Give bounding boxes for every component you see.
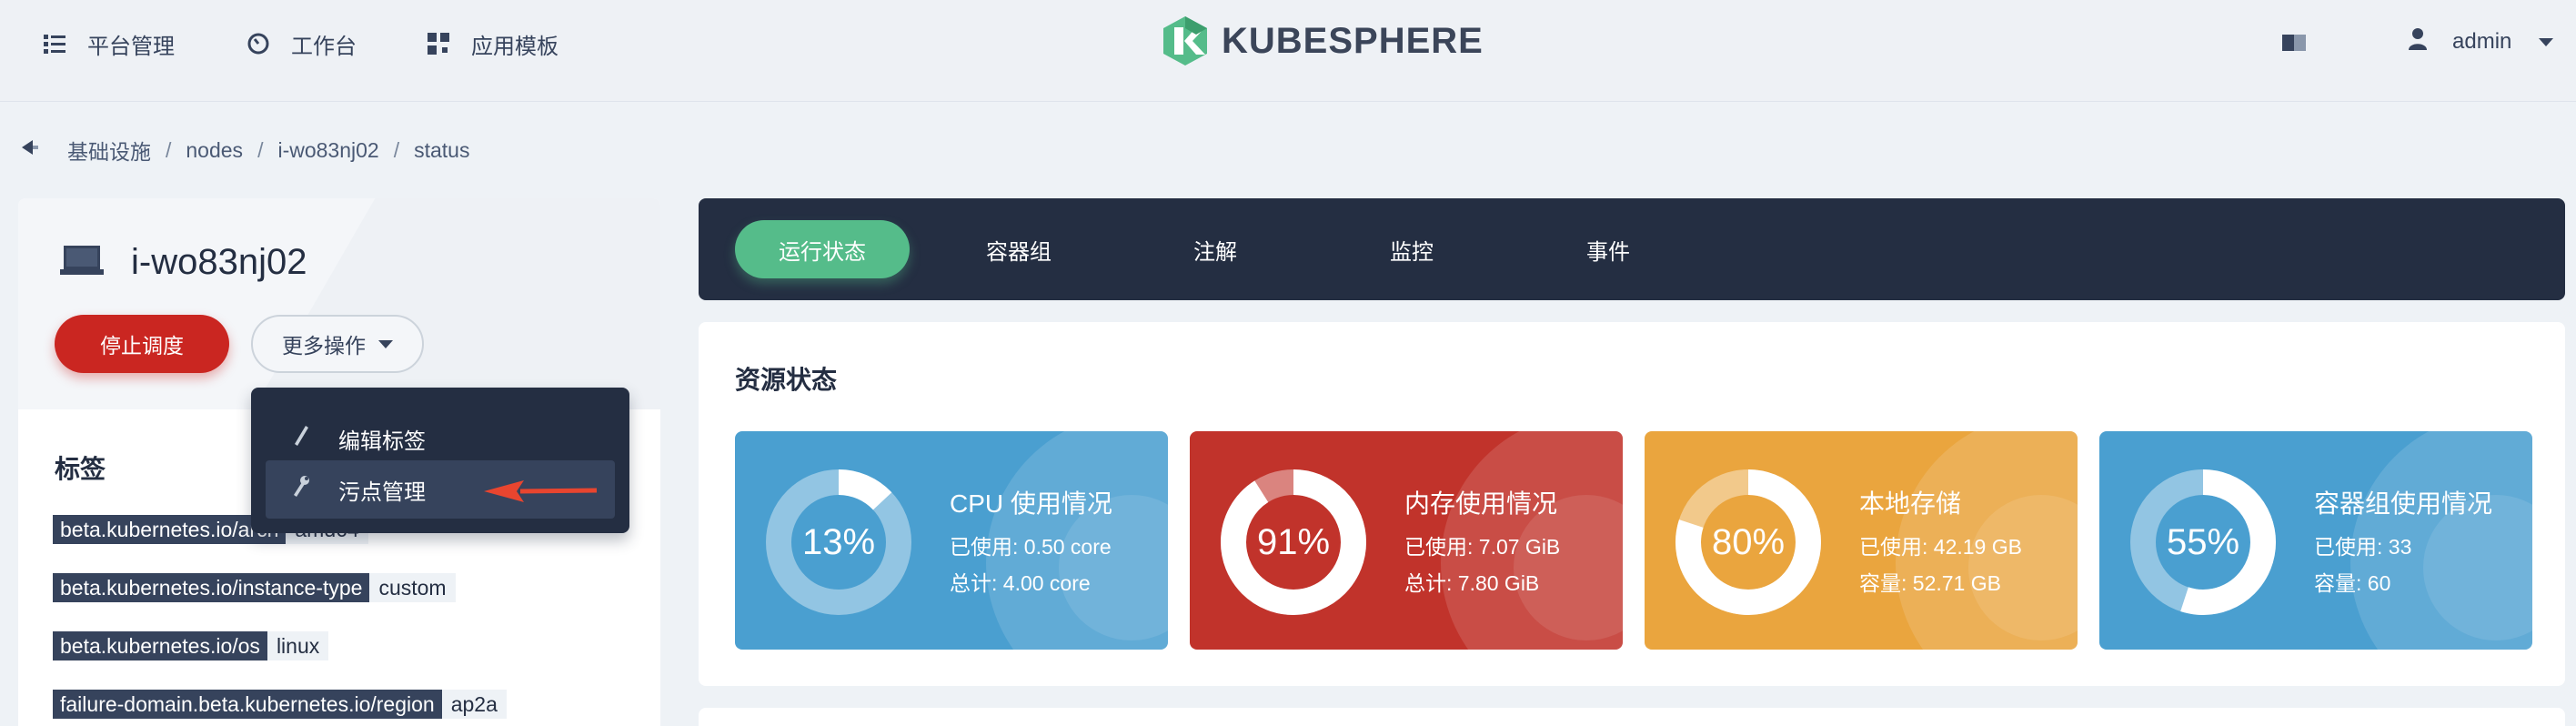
node-title: i-wo83nj02 bbox=[58, 242, 307, 283]
top-bar: 平台管理 工作台 应用模板 KUBESPHERE admin bbox=[0, 0, 2576, 102]
local-storage-percent: 80% bbox=[1711, 521, 1786, 562]
menu-item-label: 污点管理 bbox=[338, 479, 426, 505]
breadcrumb-item: status bbox=[414, 137, 470, 162]
storage-capacity: 容量: 52.71 GB bbox=[1859, 571, 2001, 595]
wrench-icon bbox=[291, 475, 311, 505]
cpu-usage-tile: 13% CPU 使用情况 已使用: 0.50 core 总计: 4.00 cor… bbox=[735, 431, 1168, 650]
more-actions-label: 更多操作 bbox=[282, 334, 366, 358]
breadcrumb: 基础设施 / nodes / i-wo83nj02 / status bbox=[20, 135, 469, 166]
label-item: beta.kubernetes.io/instance-type custom bbox=[53, 573, 456, 602]
cpu-usage-title: CPU 使用情况 bbox=[950, 489, 1112, 518]
memory-usage-tile: 91% 内存使用情况 已使用: 7.07 GiB 总计: 7.80 GiB bbox=[1190, 431, 1623, 650]
more-actions-button[interactable]: 更多操作 bbox=[251, 315, 424, 373]
dashboard-icon bbox=[246, 31, 271, 56]
tabs-bar: 运行状态 容器组 注解 监控 事件 bbox=[699, 198, 2565, 300]
memory-total: 总计: 7.80 GiB bbox=[1404, 571, 1540, 595]
memory-used: 已使用: 7.07 GiB bbox=[1404, 535, 1561, 559]
tab-annotations[interactable]: 注解 bbox=[1128, 220, 1303, 278]
document-icon[interactable] bbox=[2281, 33, 2307, 53]
storage-used: 已使用: 42.19 GB bbox=[1859, 535, 2022, 559]
pods-capacity: 容量: 60 bbox=[2314, 571, 2391, 595]
breadcrumb-separator: / bbox=[257, 137, 264, 162]
cpu-usage-percent: 13% bbox=[801, 521, 876, 562]
memory-usage-title: 内存使用情况 bbox=[1404, 489, 1558, 518]
tab-pods[interactable]: 容器组 bbox=[931, 220, 1106, 278]
logo-text: KUBESPHERE bbox=[1222, 20, 1484, 61]
breadcrumb-item[interactable]: nodes bbox=[186, 138, 243, 163]
node-name: i-wo83nj02 bbox=[131, 242, 307, 282]
nav-platform-management[interactable]: 平台管理 bbox=[42, 25, 175, 62]
user-icon bbox=[2407, 26, 2429, 58]
chevron-down-icon bbox=[378, 339, 393, 348]
nav-label: 应用模板 bbox=[471, 34, 558, 59]
menu-item-taint-management[interactable]: 污点管理 bbox=[266, 460, 615, 519]
local-storage-tile: 80% 本地存储 已使用: 42.19 GB 容量: 52.71 GB bbox=[1645, 431, 2078, 650]
menu-item-label: 编辑标签 bbox=[338, 429, 426, 454]
cpu-total: 总计: 4.00 core bbox=[950, 571, 1091, 595]
resource-status-title: 资源状态 bbox=[735, 366, 838, 394]
pod-usage-percent: 55% bbox=[2166, 521, 2240, 562]
user-menu[interactable]: admin bbox=[2407, 24, 2554, 60]
nav-workbench[interactable]: 工作台 bbox=[246, 25, 357, 62]
apps-icon bbox=[426, 31, 451, 56]
chevron-down-icon bbox=[2539, 37, 2554, 46]
breadcrumb-separator: / bbox=[166, 137, 172, 162]
pod-usage-tile: 55% 容器组使用情况 已使用: 33 容量: 60 bbox=[2099, 431, 2532, 650]
laptop-icon bbox=[58, 242, 106, 283]
node-header: i-wo83nj02 停止调度 更多操作 bbox=[18, 198, 660, 409]
breadcrumb-item[interactable]: 基础设施 bbox=[67, 135, 151, 166]
more-actions-dropdown: 编辑标签 污点管理 bbox=[251, 388, 629, 533]
label-value: linux bbox=[267, 631, 329, 660]
label-item: failure-domain.beta.kubernetes.io/region… bbox=[53, 690, 507, 719]
nav-app-templates[interactable]: 应用模板 bbox=[426, 25, 558, 62]
nav-label: 工作台 bbox=[291, 34, 357, 59]
pod-usage-title: 容器组使用情况 bbox=[2314, 489, 2493, 518]
nav-label: 平台管理 bbox=[87, 34, 175, 59]
label-value: ap2a bbox=[441, 690, 507, 719]
list-icon bbox=[42, 31, 67, 56]
resource-status-card: 资源状态 13% CPU 使用情况 已使用: 0.50 core 总计: 4.0… bbox=[699, 322, 2565, 686]
next-section-card bbox=[699, 708, 2565, 726]
tab-events[interactable]: 事件 bbox=[1521, 220, 1696, 278]
label-key: beta.kubernetes.io/os bbox=[53, 631, 267, 660]
pods-used: 已使用: 33 bbox=[2314, 535, 2412, 559]
kubesphere-logo[interactable]: KUBESPHERE bbox=[1160, 13, 1484, 69]
red-arrow-annotation bbox=[484, 479, 598, 510]
back-arrow-icon[interactable] bbox=[20, 137, 45, 163]
cpu-used: 已使用: 0.50 core bbox=[950, 535, 1112, 559]
menu-item-edit-labels[interactable]: 编辑标签 bbox=[266, 409, 615, 468]
label-key: failure-domain.beta.kubernetes.io/region bbox=[53, 690, 442, 719]
local-storage-title: 本地存储 bbox=[1859, 489, 1962, 518]
tab-status[interactable]: 运行状态 bbox=[735, 220, 910, 278]
pen-icon bbox=[291, 424, 311, 454]
label-key: beta.kubernetes.io/instance-type bbox=[53, 573, 370, 602]
header-decoration bbox=[186, 198, 660, 409]
tab-monitoring[interactable]: 监控 bbox=[1324, 220, 1499, 278]
breadcrumb-item[interactable]: i-wo83nj02 bbox=[277, 138, 378, 163]
label-value: custom bbox=[369, 573, 456, 602]
kubesphere-logo-icon bbox=[1163, 16, 1207, 66]
stop-scheduling-button[interactable]: 停止调度 bbox=[55, 315, 229, 373]
memory-usage-percent: 91% bbox=[1256, 521, 1331, 562]
labels-title: 标签 bbox=[55, 455, 106, 483]
label-item: beta.kubernetes.io/os linux bbox=[53, 631, 329, 660]
breadcrumb-separator: / bbox=[393, 137, 400, 162]
username: admin bbox=[2452, 29, 2512, 54]
